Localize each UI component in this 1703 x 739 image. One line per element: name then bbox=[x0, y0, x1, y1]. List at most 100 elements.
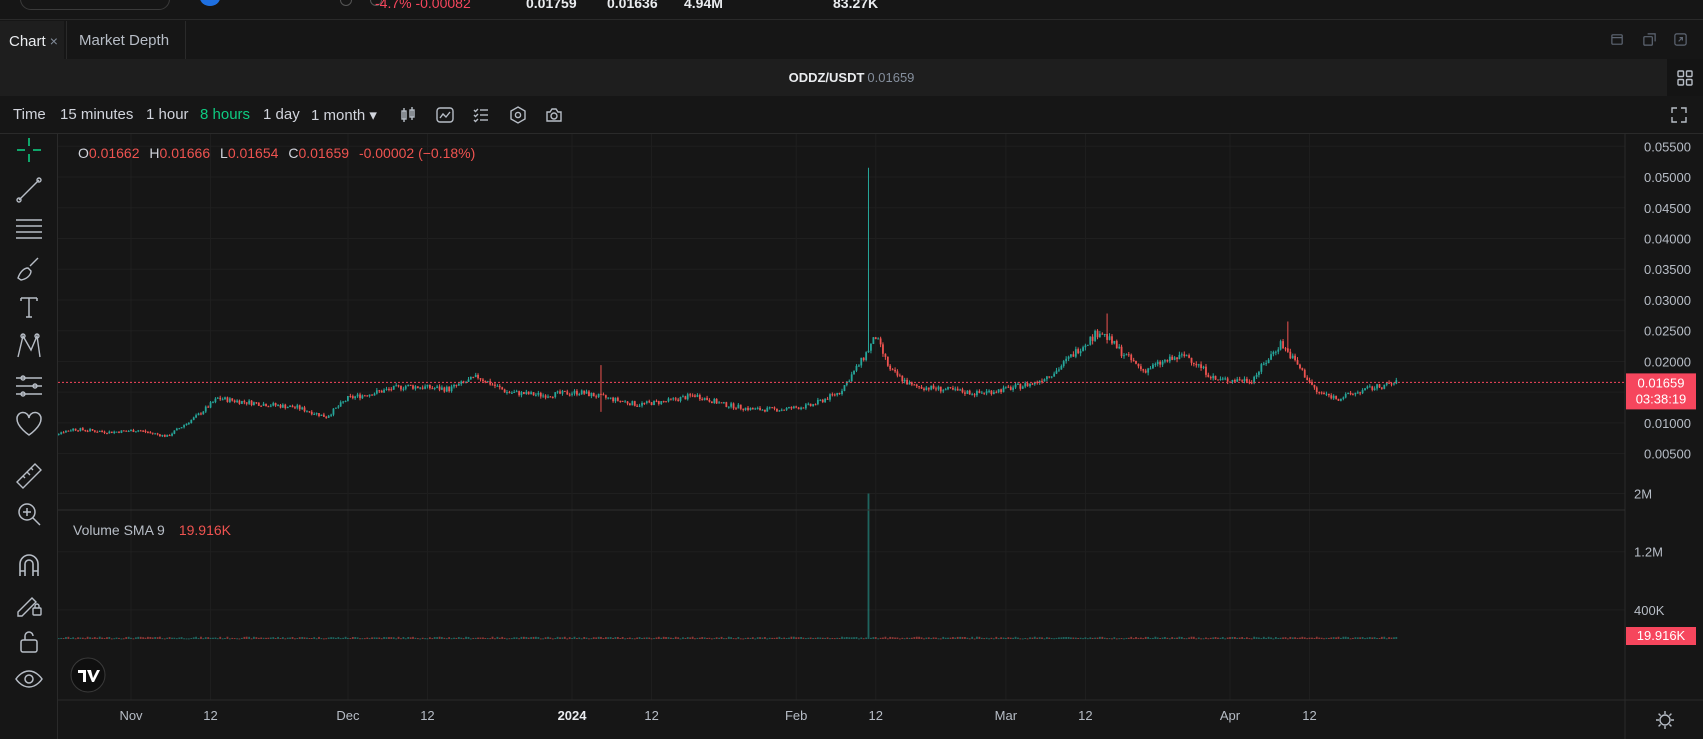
volume-bar bbox=[783, 637, 786, 639]
candle-body bbox=[265, 403, 267, 407]
candle-body bbox=[626, 401, 629, 404]
fib-lines-icon[interactable] bbox=[13, 213, 45, 245]
candle-body bbox=[715, 398, 718, 404]
volume-bar bbox=[1070, 637, 1072, 639]
candle-body bbox=[551, 396, 554, 398]
candle-body bbox=[344, 400, 347, 402]
candle-body bbox=[1385, 382, 1388, 385]
search-pill[interactable] bbox=[20, 0, 170, 10]
close-icon[interactable]: × bbox=[50, 33, 58, 49]
candle-body bbox=[571, 393, 573, 395]
volume-bar bbox=[708, 637, 711, 639]
volume-bar bbox=[91, 637, 94, 639]
volume-bar bbox=[472, 637, 475, 639]
volume-bar bbox=[694, 638, 696, 640]
candle-body bbox=[1291, 355, 1294, 359]
eye-icon[interactable] bbox=[13, 663, 45, 695]
candle-body bbox=[457, 383, 460, 386]
candle-body bbox=[277, 404, 279, 406]
candle-body bbox=[1004, 386, 1007, 388]
candle-body bbox=[522, 392, 525, 394]
volume-bar bbox=[354, 637, 357, 639]
volume-sma-label: 19.916K bbox=[1626, 627, 1696, 645]
candle-body bbox=[534, 394, 537, 396]
pattern-icon[interactable] bbox=[13, 330, 45, 362]
volume-bar bbox=[342, 637, 345, 639]
lock-drawing-icon[interactable] bbox=[13, 588, 45, 620]
settings-icon[interactable] bbox=[508, 105, 528, 125]
candle-body bbox=[1149, 368, 1152, 370]
candle-body bbox=[200, 413, 202, 415]
volume-bar bbox=[313, 637, 316, 639]
ruler-icon[interactable] bbox=[13, 460, 45, 492]
trend-line-icon[interactable] bbox=[13, 174, 45, 206]
interval-15m[interactable]: 15 minutes bbox=[60, 106, 133, 123]
candle-body bbox=[988, 390, 990, 392]
volume-bar bbox=[1361, 637, 1364, 639]
volume-bar bbox=[1262, 636, 1265, 639]
volume-bar bbox=[1123, 638, 1125, 640]
magnet-icon[interactable] bbox=[13, 550, 45, 582]
candle-body bbox=[578, 394, 581, 396]
candle-body bbox=[576, 390, 578, 395]
symbol-name: ODDZ/USDT bbox=[788, 70, 865, 85]
crosshair-icon[interactable] bbox=[13, 134, 45, 166]
window-restore-icon[interactable] bbox=[1610, 32, 1625, 47]
volume-bar bbox=[1000, 637, 1002, 639]
tradingview-logo[interactable] bbox=[70, 657, 106, 693]
indicator-list-icon[interactable] bbox=[471, 105, 491, 125]
candle-body bbox=[1195, 363, 1198, 366]
layout-grid-button[interactable] bbox=[1667, 59, 1703, 96]
interval-1m-dropdown[interactable]: 1 month ▾ bbox=[311, 106, 377, 124]
candle-body bbox=[932, 385, 935, 389]
volume-bar bbox=[1378, 637, 1381, 639]
favorite-heart-icon[interactable] bbox=[13, 408, 45, 440]
candle-body bbox=[1277, 349, 1280, 352]
interval-8h[interactable]: 8 hours bbox=[200, 106, 250, 123]
volume-bar bbox=[865, 637, 868, 639]
prediction-icon[interactable] bbox=[13, 369, 45, 401]
volume-bar bbox=[272, 637, 275, 639]
tab-chart[interactable]: Chart × bbox=[0, 21, 64, 59]
expand-icon[interactable] bbox=[1673, 32, 1688, 47]
candle-type-icon[interactable] bbox=[398, 105, 418, 125]
candle-body bbox=[682, 396, 684, 398]
volume-bar bbox=[1383, 636, 1386, 639]
volume-tick-label: 1.2M bbox=[1634, 545, 1663, 560]
date-tick-label: Dec bbox=[336, 708, 360, 723]
volume-bar bbox=[1130, 636, 1133, 639]
candle-body bbox=[867, 350, 870, 353]
volume-bar bbox=[621, 636, 624, 639]
fullscreen-icon[interactable] bbox=[1669, 105, 1689, 125]
candle-body bbox=[1137, 363, 1140, 367]
volume-bar bbox=[1368, 637, 1371, 639]
volume-bar bbox=[1053, 638, 1056, 640]
window-popout-icon[interactable] bbox=[1642, 32, 1657, 47]
lock-icon[interactable] bbox=[13, 625, 45, 657]
volume-bar bbox=[96, 637, 99, 639]
volume-bar bbox=[973, 638, 976, 640]
brush-icon[interactable] bbox=[13, 252, 45, 284]
tab-market-depth[interactable]: Market Depth bbox=[66, 21, 186, 59]
interval-1d[interactable]: 1 day bbox=[263, 106, 300, 123]
indicators-icon[interactable] bbox=[435, 105, 455, 125]
volume-bar bbox=[1354, 637, 1357, 639]
candle-body bbox=[547, 396, 549, 398]
candle-body bbox=[1354, 392, 1357, 395]
interval-1h[interactable]: 1 hour bbox=[146, 106, 189, 123]
info-icon[interactable] bbox=[340, 0, 352, 6]
price-tick-label: 0.02000 bbox=[1644, 354, 1691, 369]
candle-body bbox=[628, 403, 631, 406]
volume-bar bbox=[867, 493, 870, 639]
candle-body bbox=[1337, 398, 1340, 401]
volume-bar bbox=[1060, 637, 1063, 639]
zoom-in-icon[interactable] bbox=[13, 498, 45, 530]
volume-bar bbox=[894, 637, 896, 639]
volume-bar bbox=[561, 637, 564, 639]
volume-bar bbox=[120, 638, 123, 640]
candle-body bbox=[643, 402, 646, 404]
screenshot-icon[interactable] bbox=[544, 105, 564, 125]
price-chart[interactable]: 0.05500 0.05000 0.04500 0.04000 0.03500 0.030… bbox=[58, 134, 1703, 739]
candle-body bbox=[937, 386, 940, 390]
text-icon[interactable] bbox=[13, 291, 45, 323]
